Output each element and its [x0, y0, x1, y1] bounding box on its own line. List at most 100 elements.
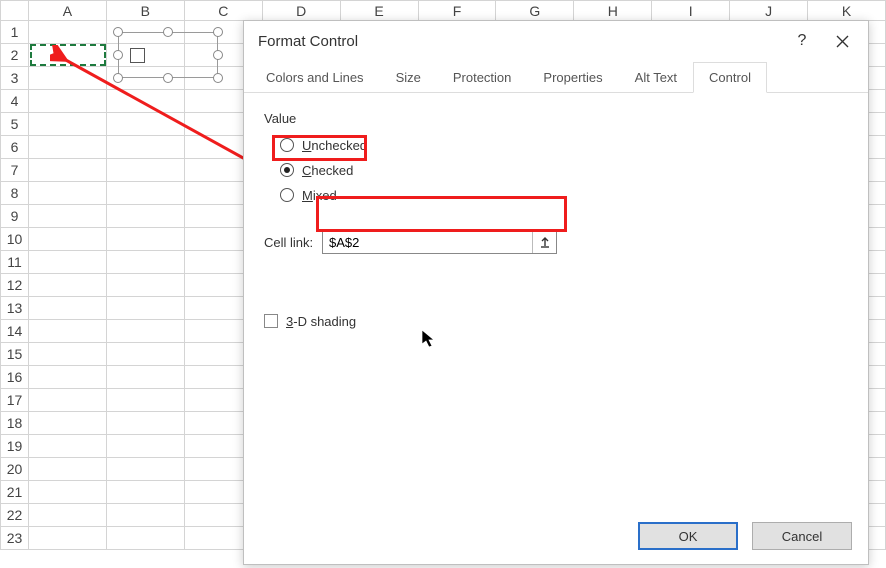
select-all-corner[interactable]: [1, 1, 29, 21]
radio-unchecked[interactable]: Unchecked: [280, 134, 848, 156]
cell[interactable]: [28, 320, 106, 343]
row-header[interactable]: 20: [1, 458, 29, 481]
cell[interactable]: [106, 113, 184, 136]
cell[interactable]: [28, 90, 106, 113]
cell[interactable]: [106, 458, 184, 481]
close-button[interactable]: [822, 21, 862, 61]
tab-protection[interactable]: Protection: [437, 62, 528, 93]
tab-colors-lines[interactable]: Colors and Lines: [250, 62, 380, 93]
radio-mixed[interactable]: Mixed: [280, 184, 848, 206]
cell[interactable]: [106, 228, 184, 251]
column-header[interactable]: A: [28, 1, 106, 21]
column-header[interactable]: E: [340, 1, 418, 21]
cell[interactable]: [106, 205, 184, 228]
cell[interactable]: [106, 274, 184, 297]
row-header[interactable]: 11: [1, 251, 29, 274]
cell-link-field[interactable]: [322, 230, 557, 254]
row-header[interactable]: 5: [1, 113, 29, 136]
cell[interactable]: [106, 481, 184, 504]
cell[interactable]: [28, 481, 106, 504]
cell[interactable]: [28, 435, 106, 458]
row-header[interactable]: 21: [1, 481, 29, 504]
value-group-label: Value: [264, 111, 848, 126]
radio-checked[interactable]: Checked: [280, 159, 848, 181]
tab-control[interactable]: Control: [693, 62, 767, 93]
tab-size[interactable]: Size: [380, 62, 437, 93]
radio-checked-glyph: [280, 163, 294, 177]
cancel-button[interactable]: Cancel: [752, 522, 852, 550]
cell-link-input[interactable]: [323, 235, 532, 250]
cell[interactable]: [28, 366, 106, 389]
row-header[interactable]: 7: [1, 159, 29, 182]
cell[interactable]: [28, 44, 106, 67]
tab-alt-text[interactable]: Alt Text: [619, 62, 693, 93]
cell[interactable]: [28, 297, 106, 320]
column-header[interactable]: J: [730, 1, 808, 21]
column-header[interactable]: H: [574, 1, 652, 21]
help-button[interactable]: ?: [782, 21, 822, 61]
cell[interactable]: [28, 21, 106, 44]
cell[interactable]: [106, 389, 184, 412]
cell[interactable]: [28, 159, 106, 182]
row-header[interactable]: 6: [1, 136, 29, 159]
cell[interactable]: [106, 90, 184, 113]
tab-properties[interactable]: Properties: [527, 62, 618, 93]
cell[interactable]: [28, 113, 106, 136]
cell[interactable]: [106, 435, 184, 458]
checkbox-control[interactable]: [130, 48, 145, 63]
column-header[interactable]: I: [652, 1, 730, 21]
row-header[interactable]: 8: [1, 182, 29, 205]
cell[interactable]: [106, 136, 184, 159]
cell[interactable]: [28, 205, 106, 228]
checkbox-3d-shading-glyph: [264, 314, 278, 328]
row-header[interactable]: 22: [1, 504, 29, 527]
cell[interactable]: [106, 504, 184, 527]
cell[interactable]: [106, 320, 184, 343]
row-header[interactable]: 18: [1, 412, 29, 435]
row-header[interactable]: 16: [1, 366, 29, 389]
row-header[interactable]: 10: [1, 228, 29, 251]
ok-button[interactable]: OK: [638, 522, 738, 550]
cell[interactable]: [28, 527, 106, 550]
cell[interactable]: [28, 504, 106, 527]
row-header[interactable]: 9: [1, 205, 29, 228]
row-header[interactable]: 19: [1, 435, 29, 458]
cell[interactable]: [28, 389, 106, 412]
cell[interactable]: [28, 343, 106, 366]
checkbox-3d-shading[interactable]: 3-D shading: [264, 310, 848, 332]
row-header[interactable]: 4: [1, 90, 29, 113]
dialog-tabs: Colors and Lines Size Protection Propert…: [244, 61, 868, 93]
row-header[interactable]: 12: [1, 274, 29, 297]
cell[interactable]: [106, 159, 184, 182]
row-header[interactable]: 17: [1, 389, 29, 412]
cell[interactable]: [28, 251, 106, 274]
row-header[interactable]: 3: [1, 67, 29, 90]
cell[interactable]: [106, 366, 184, 389]
cell[interactable]: [28, 67, 106, 90]
cell[interactable]: [28, 412, 106, 435]
row-header[interactable]: 14: [1, 320, 29, 343]
column-header[interactable]: D: [262, 1, 340, 21]
cell[interactable]: [106, 412, 184, 435]
row-header[interactable]: 1: [1, 21, 29, 44]
row-header[interactable]: 15: [1, 343, 29, 366]
cell[interactable]: [106, 527, 184, 550]
cell[interactable]: [28, 182, 106, 205]
range-picker-button[interactable]: [532, 231, 556, 253]
row-header[interactable]: 13: [1, 297, 29, 320]
column-header[interactable]: B: [106, 1, 184, 21]
row-header[interactable]: 2: [1, 44, 29, 67]
cell[interactable]: [106, 343, 184, 366]
row-header[interactable]: 23: [1, 527, 29, 550]
cell[interactable]: [106, 297, 184, 320]
cell[interactable]: [106, 182, 184, 205]
column-header[interactable]: G: [496, 1, 574, 21]
column-header[interactable]: K: [808, 1, 886, 21]
column-header[interactable]: F: [418, 1, 496, 21]
column-header[interactable]: C: [184, 1, 262, 21]
cell[interactable]: [28, 136, 106, 159]
cell[interactable]: [28, 228, 106, 251]
cell[interactable]: [106, 251, 184, 274]
cell[interactable]: [28, 458, 106, 481]
cell[interactable]: [28, 274, 106, 297]
